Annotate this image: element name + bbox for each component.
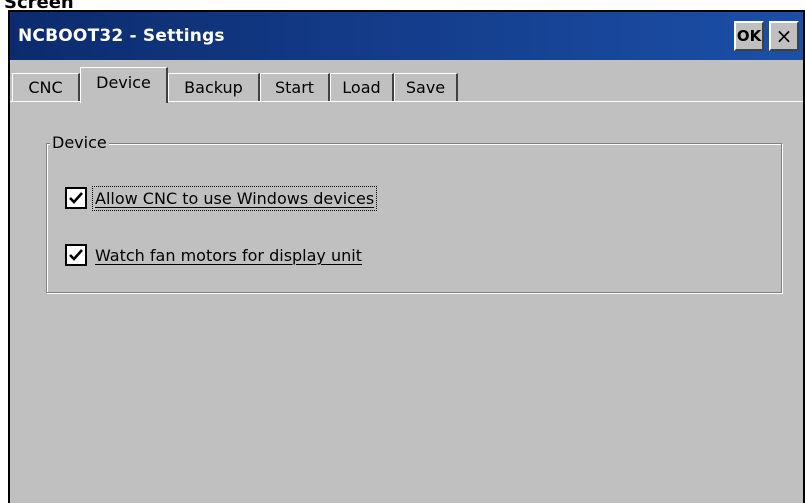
close-button[interactable]: × bbox=[769, 21, 799, 51]
ok-button[interactable]: OK bbox=[734, 21, 764, 51]
tab-device[interactable]: Device bbox=[80, 67, 168, 103]
settings-dialog: NCBOOT32 - Settings OK × CNC Device Back… bbox=[8, 10, 805, 503]
tab-backup[interactable]: Backup bbox=[168, 73, 260, 101]
tab-divider-right bbox=[167, 101, 803, 102]
checkmark-icon bbox=[69, 192, 83, 204]
tab-divider-left bbox=[10, 101, 82, 102]
device-group-label: Device bbox=[50, 132, 109, 154]
device-groupbox: Device Allow CNC to use Windows devices … bbox=[46, 132, 782, 293]
window-title: NCBOOT32 - Settings bbox=[18, 26, 225, 46]
tab-start[interactable]: Start bbox=[260, 73, 330, 101]
watch-fan-motors-option[interactable]: Watch fan motors for display unit bbox=[65, 241, 364, 269]
allow-windows-devices-checkbox[interactable] bbox=[65, 187, 87, 209]
checkmark-icon bbox=[69, 249, 83, 261]
tab-load[interactable]: Load bbox=[330, 73, 394, 101]
tab-strip: CNC Device Backup Start Load Save bbox=[10, 64, 803, 106]
allow-windows-devices-option[interactable]: Allow CNC to use Windows devices bbox=[65, 184, 378, 212]
tab-save[interactable]: Save bbox=[394, 73, 458, 101]
watch-fan-motors-checkbox[interactable] bbox=[65, 244, 87, 266]
title-bar: NCBOOT32 - Settings OK × bbox=[10, 12, 803, 60]
watch-fan-motors-label[interactable]: Watch fan motors for display unit bbox=[93, 244, 364, 267]
tab-cnc[interactable]: CNC bbox=[12, 73, 80, 101]
allow-windows-devices-label[interactable]: Allow CNC to use Windows devices bbox=[91, 185, 378, 211]
